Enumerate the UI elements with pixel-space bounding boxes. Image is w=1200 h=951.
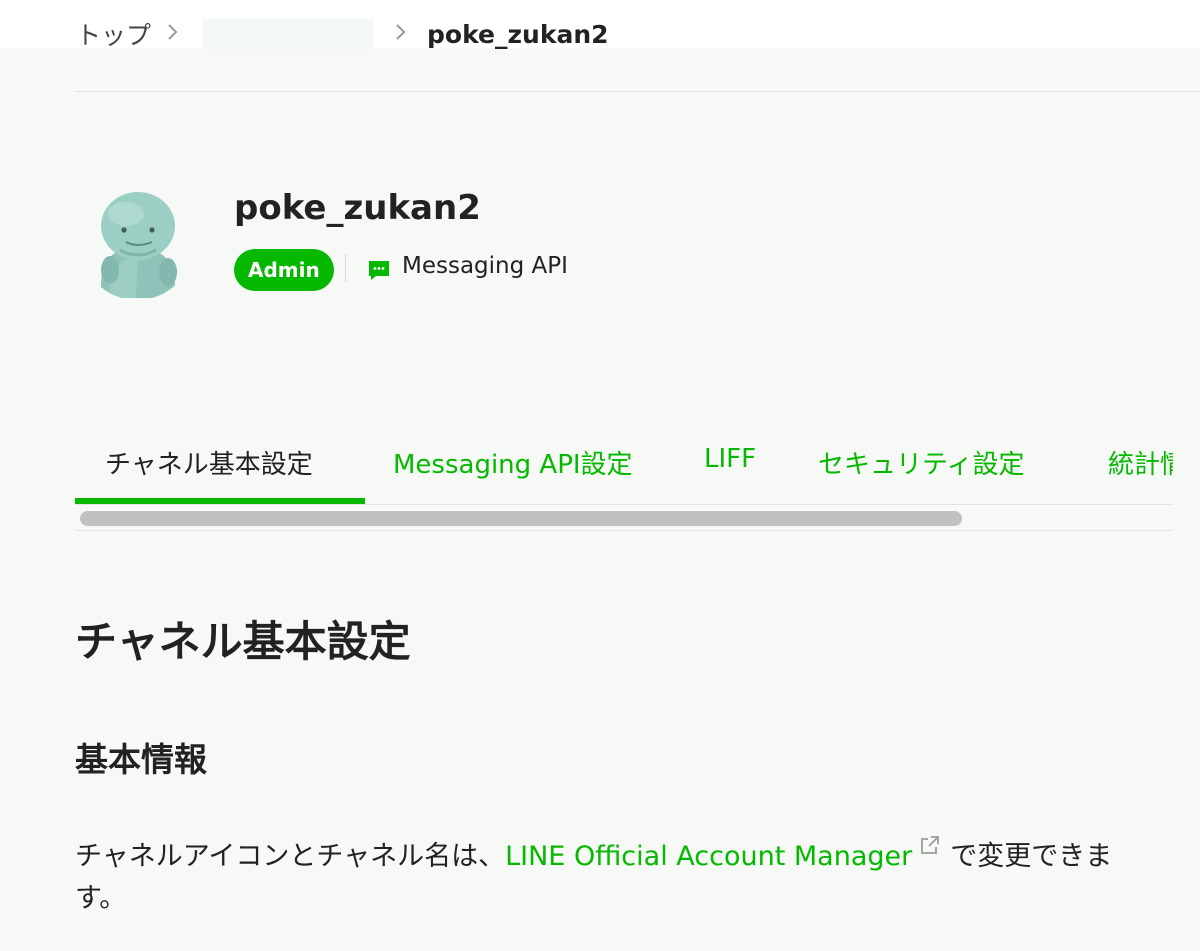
tab-liff[interactable]: LIFF: [704, 444, 756, 474]
channel-avatar: [80, 186, 194, 300]
channel-type-label: Messaging API: [402, 253, 568, 279]
tab-statistics[interactable]: 統計情報: [1108, 444, 1173, 481]
info-paragraph: チャネルアイコンとチャネル名は、LINE Official Account Ma…: [75, 826, 1155, 920]
breadcrumb: トップ poke_zukan2: [76, 14, 609, 54]
header-separator: [345, 254, 346, 282]
chevron-right-icon: [395, 22, 417, 47]
page-title: チャネル基本設定: [75, 617, 411, 666]
tabs-scrollbar-thumb[interactable]: [80, 511, 962, 526]
settings-tabs: チャネル基本設定 Messaging API設定 LIFF セキュリティ設定 統…: [75, 430, 1173, 506]
role-badge: Admin: [234, 249, 334, 291]
section-title: 基本情報: [75, 740, 207, 779]
chevron-right-icon: [167, 22, 189, 47]
breadcrumb-provider-redacted: [203, 19, 374, 49]
breadcrumb-top-link[interactable]: トップ: [76, 16, 151, 52]
channel-name: poke_zukan2: [234, 188, 481, 228]
tab-security-settings[interactable]: セキュリティ設定: [818, 444, 1024, 481]
message-bubble-icon: [367, 258, 391, 282]
breadcrumb-current: poke_zukan2: [427, 19, 609, 49]
tab-messaging-api[interactable]: Messaging API設定: [393, 444, 633, 481]
external-link-icon: [920, 826, 940, 854]
oa-manager-link[interactable]: LINE Official Account Manager: [505, 841, 912, 872]
tab-basic-settings[interactable]: チャネル基本設定: [105, 444, 313, 481]
info-text-before: チャネルアイコンとチャネル名は、: [75, 841, 506, 872]
header-divider: [75, 91, 1200, 92]
